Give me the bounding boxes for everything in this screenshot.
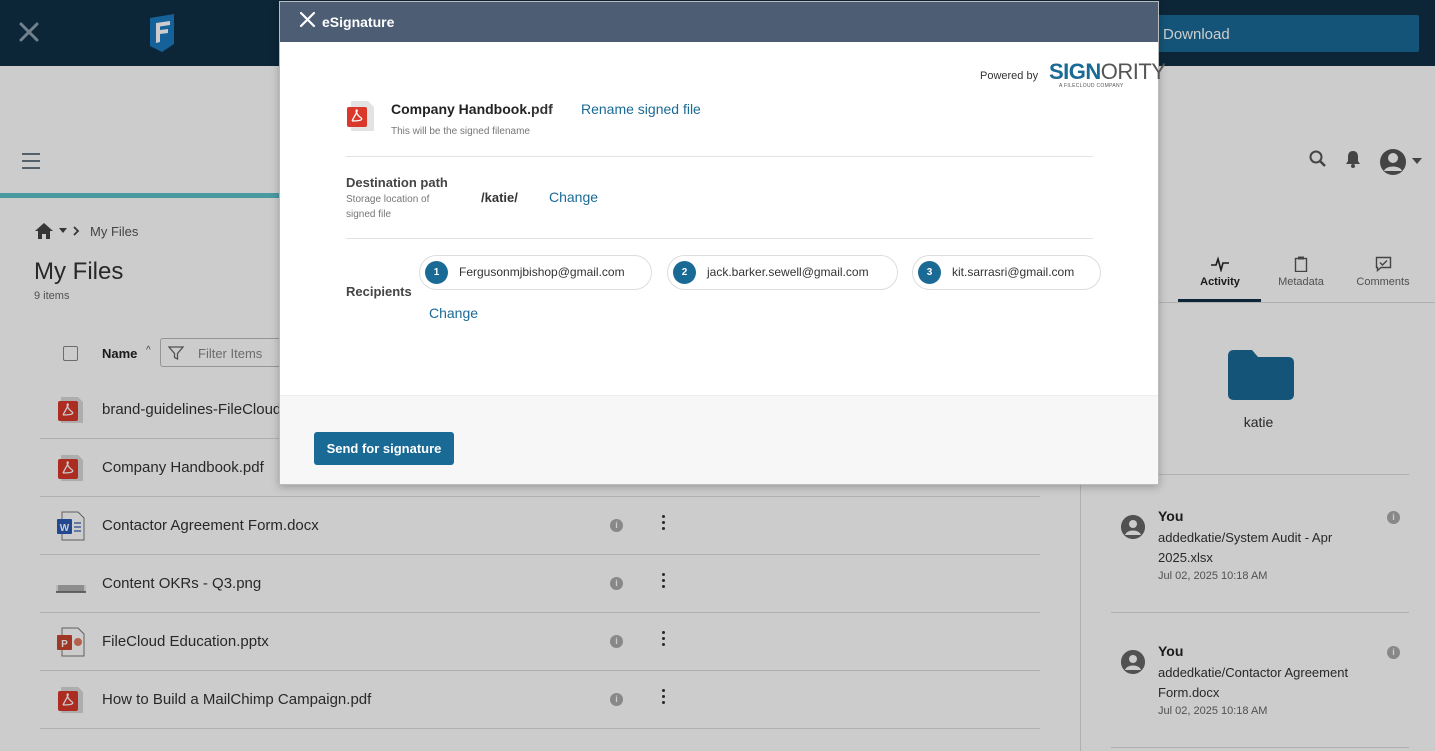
brand-part1: SIGN [1049, 59, 1101, 84]
recipient-order-badge: 2 [673, 261, 696, 284]
esignature-dialog: eSignature Powered by SIGNORITY A FILECL… [279, 1, 1166, 485]
pdf-icon [347, 101, 374, 131]
dialog-footer: Send for signature [280, 395, 1158, 484]
close-icon[interactable] [298, 10, 318, 30]
recipient-chip[interactable]: 2 jack.barker.sewell@gmail.com [667, 255, 898, 290]
file-base-name: Company Handbook [391, 101, 528, 117]
divider [346, 156, 1093, 157]
destination-path-label: Destination path [346, 175, 448, 190]
change-destination-link[interactable]: Change [549, 189, 598, 205]
signed-file-name: Company Handbook.pdf [391, 101, 553, 117]
change-recipients-link[interactable]: Change [429, 305, 478, 321]
rename-signed-file-link[interactable]: Rename signed file [581, 101, 701, 117]
file-extension: .pdf [527, 101, 553, 117]
destination-path-value: /katie/ [481, 190, 518, 205]
divider [346, 238, 1093, 239]
destination-path-hint: Storage location of signed file [346, 194, 430, 220]
recipient-order-badge: 3 [918, 261, 941, 284]
recipient-email: kit.sarrasri@gmail.com [952, 265, 1075, 279]
send-for-signature-button[interactable]: Send for signature [314, 432, 454, 465]
powered-by-label: Powered by [980, 70, 1039, 82]
recipients-label: Recipients [346, 284, 412, 299]
recipient-email: Fergusonmjbishop@gmail.com [459, 265, 625, 279]
recipient-chip[interactable]: 3 kit.sarrasri@gmail.com [912, 255, 1101, 290]
file-name-hint: This will be the signed filename [391, 126, 530, 137]
dialog-header: eSignature [280, 2, 1158, 42]
recipient-order-badge: 1 [425, 261, 448, 284]
recipient-chip[interactable]: 1 Fergusonmjbishop@gmail.com [419, 255, 652, 290]
brand-part2: ORITY [1100, 59, 1166, 84]
recipient-email: jack.barker.sewell@gmail.com [707, 265, 869, 279]
signority-logo: SIGNORITY A FILECLOUD COMPANY [1049, 59, 1166, 89]
dialog-title: eSignature [322, 14, 395, 30]
